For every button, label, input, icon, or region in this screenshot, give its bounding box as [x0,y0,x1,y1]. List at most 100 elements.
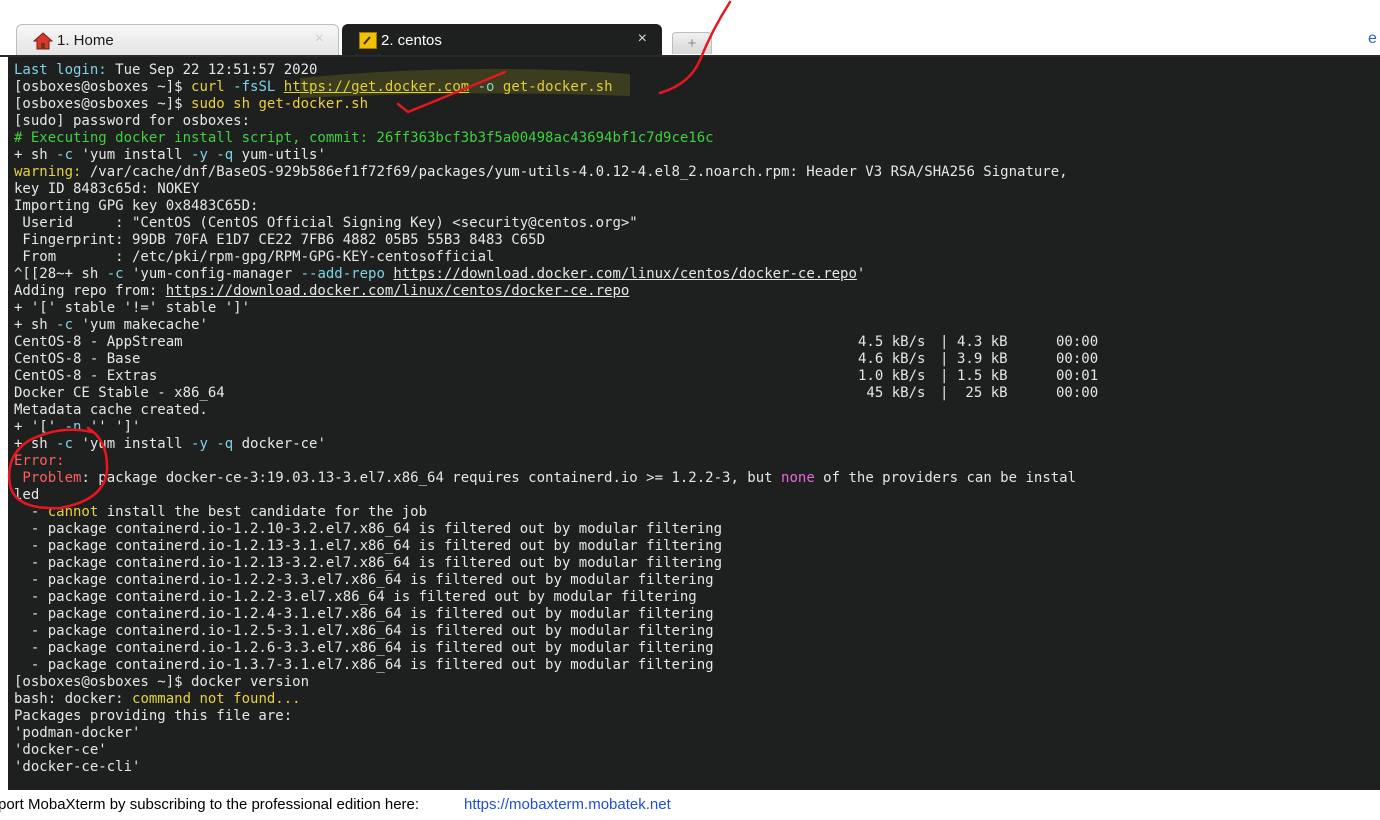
terminal-line: From : /etc/pki/rpm-gpg/RPM-GPG-KEY-cent… [14,249,494,266]
terminal-line: CentOS-8 - AppStream [14,334,183,351]
terminal-text: - package containerd.io-1.3.7-3.1.el7.x8… [14,657,714,673]
terminal-text: '' ']' [81,419,141,435]
terminal-text: 'yum makecache' [73,317,208,333]
column-separator: | [940,385,949,401]
download-size: 3.9 kB [957,351,1008,367]
terminal-line: key ID 8483c65d: NOKEY [14,181,199,198]
terminal-line: 'podman-docker' [14,725,140,742]
terminal-text: -fsSL [233,79,284,95]
terminal-text: + '[' [14,419,65,435]
column-separator: | [940,334,949,350]
download-speed: 4.6 kB/s [858,351,926,367]
terminal-line: - package containerd.io-1.2.10-3.2.el7.x… [14,521,722,538]
terminal-text: - package containerd.io-1.2.4-3.1.el7.x8… [14,606,714,622]
terminal-text: -c [56,436,74,452]
terminal-line: bash: docker: command not found... [14,691,301,708]
terminal-line: + sh -c 'yum install -y -q yum-utils' [14,147,326,164]
terminal-text: : package docker-ce-3:19.03.13-3.el7.x86… [81,470,782,486]
terminal-text: Metadata cache created. [14,402,208,418]
terminal-text: -c [56,147,74,163]
terminal-text: command not found... [132,691,301,707]
status-bar: port MobaXterm by subscribing to the pro… [0,790,1380,816]
terminal-text: --add-repo [300,266,385,282]
download-speed: 45 kB/s [858,385,926,401]
terminal-line: Metadata cache created. [14,402,208,419]
terminal-line: 'docker-ce-cli' [14,759,140,776]
terminal-line: # Executing docker install script, commi… [14,130,714,147]
terminal-text: bash: docker: [14,691,133,707]
terminal-line: CentOS-8 - Base [14,351,140,368]
terminal-text: of the providers can be instal [814,470,1077,486]
terminal-text: - [14,504,48,520]
terminal-text: - package containerd.io-1.2.5-3.1.el7.x8… [14,623,714,639]
terminal-text: Problem [14,470,82,486]
terminal-text: cannot [47,504,99,520]
terminal-text[interactable]: https://download.docker.com/linux/centos… [393,266,857,282]
terminal-line: 'docker-ce' [14,742,107,759]
terminal-line: - package containerd.io-1.2.5-3.1.el7.x8… [14,623,714,640]
terminal-text: ' [856,266,866,282]
terminal-line: Problem: package docker-ce-3:19.03.13-3.… [14,470,1076,487]
new-tab-plus-icon: + [687,35,697,52]
download-time: 00:00 [1056,385,1099,401]
terminal-line: Adding repo from: https://download.docke… [14,283,629,300]
terminal-text: - package containerd.io-1.2.10-3.2.el7.x… [14,521,723,537]
terminal-line: led [14,487,39,504]
download-time: 00:01 [1056,368,1099,384]
terminal-icon [359,32,377,49]
download-time: 00:00 [1056,334,1099,350]
terminal-line: [osboxes@osboxes ~]$ curl -fsSL https://… [14,79,613,96]
terminal-text: 'yum install [73,147,192,163]
tab-home[interactable]: 1. Home × [16,24,339,56]
tab-centos-close-icon[interactable]: × [638,31,647,47]
terminal-text: CentOS-8 - AppStream [14,334,183,350]
column-separator: | [940,351,949,367]
terminal-text: -n [64,419,82,435]
terminal-line: - package containerd.io-1.2.6-3.3.el7.x8… [14,640,714,657]
terminal-text: - package containerd.io-1.2.13-3.1.el7.x… [14,538,723,554]
terminal-text: 'yum-config-manager [123,266,301,282]
terminal-text: Packages providing this file are: [14,708,293,724]
tab-centos[interactable]: 2. centos × [342,24,662,56]
terminal-text[interactable]: https://download.docker.com/linux/centos… [166,283,630,299]
terminal-text: -c [106,266,124,282]
terminal-line: - package containerd.io-1.2.13-3.2.el7.x… [14,555,722,572]
terminal-line: [osboxes@osboxes ~]$ sudo sh get-docker.… [14,96,368,113]
terminal-text: curl [191,79,234,95]
terminal-line: Fingerprint: 99DB 70FA E1D7 CE22 7FB6 48… [14,232,545,249]
tab-bar: 1. Home × 2. centos × + e [0,0,1380,57]
terminal-text[interactable]: https://get.docker.com [284,79,469,95]
terminal-line: Last login: Tue Sep 22 12:51:57 2020 [14,62,317,79]
terminal-text: + sh [14,436,57,452]
terminal-text: 'docker-ce-cli' [14,759,141,775]
terminal-text: + '[' stable '!=' stable ']' [14,300,251,316]
terminal-text: CentOS-8 - Extras [14,368,158,384]
terminal-line: warning: /var/cache/dnf/BaseOS-929b586ef… [14,164,1068,181]
terminal-line: Packages providing this file are: [14,708,292,725]
terminal-text: Error: [14,453,65,469]
terminal-text: # Executing docker install script, commi… [14,130,714,146]
download-size: 25 kB [957,385,1008,401]
terminal-text: Adding repo from: [14,283,166,299]
terminal-text: [osboxes@osboxes ~]$ docker version [14,674,310,690]
terminal-line: Userid : "CentOS (CentOS Official Signin… [14,215,637,232]
tab-home-label: 1. Home [57,32,114,49]
tab-home-close-icon[interactable]: × [315,31,324,47]
terminal-text: -o [477,79,495,95]
terminal-line: - package containerd.io-1.2.13-3.1.el7.x… [14,538,722,555]
download-size: 1.5 kB [957,368,1008,384]
terminal-output[interactable]: Last login: Tue Sep 22 12:51:57 2020 [osb… [8,57,1380,790]
download-speed: 4.5 kB/s [858,334,926,350]
terminal-line: ^[[28~+ sh -c 'yum-config-manager --add-… [14,266,865,283]
terminal-text: Tue Sep 22 12:51:57 2020 [115,62,318,78]
terminal-text: ^[[28~+ sh [14,266,107,282]
terminal-line: CentOS-8 - Extras [14,368,157,385]
terminal-line: - package containerd.io-1.3.7-3.1.el7.x8… [14,657,714,674]
home-icon [33,31,53,51]
tab-centos-label: 2. centos [381,32,442,49]
new-tab-button[interactable]: + [672,32,712,54]
terminal-line: - cannot install the best candidate for … [14,504,427,521]
